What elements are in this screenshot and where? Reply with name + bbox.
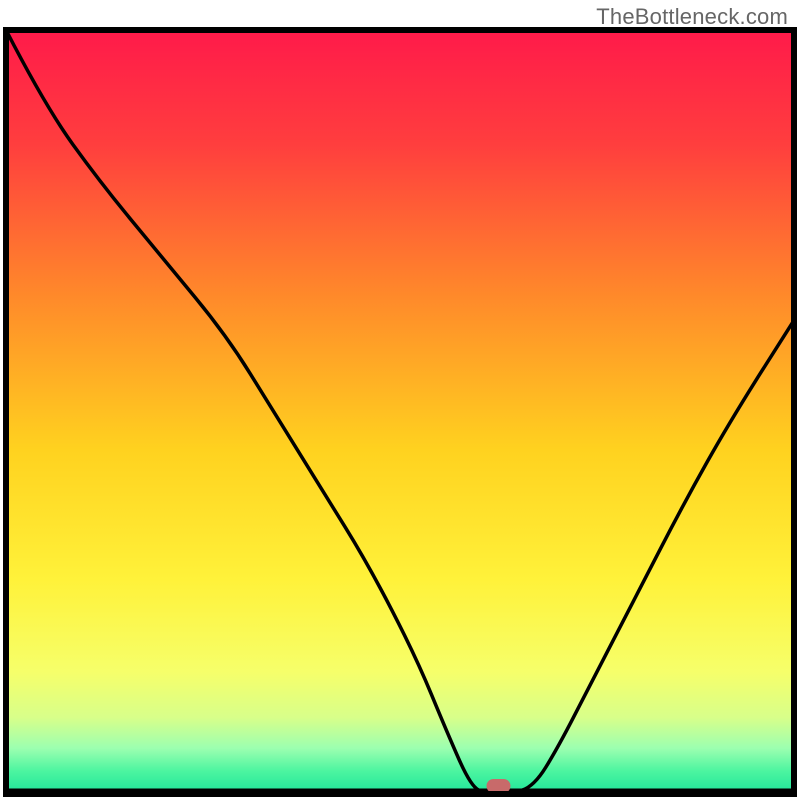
watermark-text: TheBottleneck.com bbox=[596, 4, 788, 30]
optimal-point-marker bbox=[487, 779, 511, 793]
plot-background bbox=[6, 30, 794, 794]
bottleneck-chart bbox=[0, 0, 800, 800]
chart-container: TheBottleneck.com bbox=[0, 0, 800, 800]
